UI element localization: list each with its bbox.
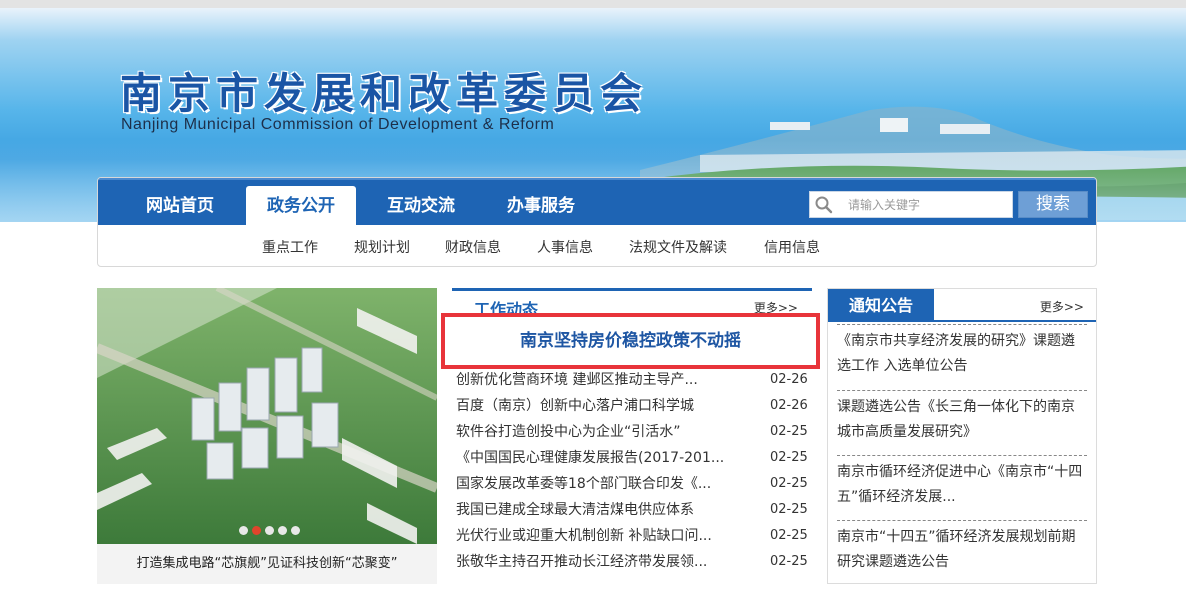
news-item-date: 02-25 [770, 502, 808, 517]
slider-dot-1[interactable] [239, 526, 248, 535]
news-headline: 南京坚持房价稳控政策不动摇 [441, 313, 820, 369]
news-item[interactable]: 光伏行业或迎重大机制创新 补贴缺口问... 02-25 [452, 523, 812, 549]
notice-title[interactable]: 通知公告 [828, 289, 934, 322]
news-item[interactable]: 我国已建成全球最大清洁煤电供应体系 02-25 [452, 497, 812, 523]
news-item-date: 02-25 [770, 476, 808, 491]
slider-dot-3[interactable] [265, 526, 274, 535]
news-item-title[interactable]: 光伏行业或迎重大机制创新 补贴缺口问... [456, 523, 736, 549]
work-news-panel: 工作动态 更多>> 南京坚持房价稳控政策不动摇 创新优化营商环境 建邺区推动主导… [441, 288, 820, 584]
slider-dot-4[interactable] [278, 526, 287, 535]
news-item-title[interactable]: 《中国国民心理健康发展报告(2017-201... [456, 445, 736, 471]
news-item-title[interactable]: 百度（南京）创新中心落户浦口科学城 [456, 393, 736, 419]
sub-item-finance[interactable]: 财政信息 [445, 237, 501, 257]
news-item[interactable]: 张敬华主持召开推动长江经济带发展领... 02-25 [452, 549, 812, 575]
news-item[interactable]: 软件谷打造创投中心为企业“引活水” 02-25 [452, 419, 812, 445]
notice-panel: 通知公告 更多>> 《南京市共享经济发展的研究》课题遴选工作 入选单位公告 课题… [827, 288, 1097, 584]
main-navigation: 网站首页 政务公开 互动交流 办事服务 搜索 重点工作 规划计划 财政信息 人事… [97, 177, 1097, 267]
search-button[interactable]: 搜索 [1018, 191, 1088, 218]
slider-photo[interactable] [97, 288, 437, 544]
news-item-title[interactable]: 创新优化营商环境 建邺区推动主导产... [456, 367, 736, 393]
search-input[interactable] [848, 194, 1008, 215]
sub-item-key-work[interactable]: 重点工作 [262, 237, 318, 257]
news-item[interactable]: 《中国国民心理健康发展报告(2017-201... 02-25 [452, 445, 812, 471]
slider-caption[interactable]: 打造集成电路“芯旗舰”见证科技创新“芯聚变” [97, 544, 437, 584]
notice-header: 通知公告 更多>> [828, 289, 1096, 322]
top-strip [0, 0, 1186, 8]
news-item[interactable]: 创新优化营商环境 建邺区推动主导产... 02-26 [452, 367, 812, 393]
site-title: 南京市发展和改革委员会 [120, 69, 649, 118]
news-item-title[interactable]: 我国已建成全球最大清洁煤电供应体系 [456, 497, 736, 523]
search-icon [815, 196, 833, 214]
notice-item[interactable]: 南京市循环经济促进中心《南京市“十四五”循环经济发展... [837, 455, 1087, 510]
news-item-title[interactable]: 软件谷打造创投中心为企业“引活水” [456, 419, 736, 445]
notice-list: 《南京市共享经济发展的研究》课题遴选工作 入选单位公告 课题遴选公告《长三角一体… [828, 324, 1096, 583]
sub-item-credit[interactable]: 信用信息 [764, 237, 820, 257]
search-box [809, 191, 1013, 218]
slider-dot-5[interactable] [291, 526, 300, 535]
news-item-title[interactable]: 国家发展改革委等18个部门联合印发《... [456, 471, 736, 497]
news-item-date: 02-25 [770, 424, 808, 439]
tab-services[interactable]: 办事服务 [486, 186, 596, 227]
notice-item[interactable]: 南京市“十四五”循环经济发展规划前期研究课题遴选公告 [837, 520, 1087, 575]
site-subtitle: Nanjing Municipal Commission of Developm… [121, 116, 555, 133]
sub-item-personnel[interactable]: 人事信息 [537, 237, 593, 257]
slider-dot-2[interactable] [252, 526, 261, 535]
tab-interaction[interactable]: 互动交流 [366, 186, 476, 227]
news-item[interactable]: 国家发展改革委等18个部门联合印发《... 02-25 [452, 471, 812, 497]
headline-link[interactable]: 南京坚持房价稳控政策不动摇 [445, 317, 816, 365]
notice-item[interactable]: 课题遴选公告《长三角一体化下的南京城市高质量发展研究》 [837, 390, 1087, 445]
nav-sub-bar: 重点工作 规划计划 财政信息 人事信息 法规文件及解读 信用信息 [98, 225, 1096, 266]
news-item[interactable]: 百度（南京）创新中心落户浦口科学城 02-26 [452, 393, 812, 419]
news-item-title[interactable]: 张敬华主持召开推动长江经济带发展领... [456, 549, 736, 575]
tab-home[interactable]: 网站首页 [124, 186, 236, 227]
sub-item-planning[interactable]: 规划计划 [354, 237, 410, 257]
news-item-date: 02-25 [770, 554, 808, 569]
news-item-date: 02-25 [770, 528, 808, 543]
notice-more-link[interactable]: 更多>> [1040, 298, 1084, 315]
sub-item-regulations[interactable]: 法规文件及解读 [629, 237, 727, 257]
news-item-date: 02-26 [770, 372, 808, 387]
news-item-date: 02-26 [770, 398, 808, 413]
tab-government-affairs[interactable]: 政务公开 [246, 186, 356, 227]
news-item-date: 02-25 [770, 450, 808, 465]
nav-main-bar: 网站首页 政务公开 互动交流 办事服务 搜索 [98, 178, 1096, 227]
image-slider[interactable]: 打造集成电路“芯旗舰”见证科技创新“芯聚变” [97, 288, 437, 584]
notice-item[interactable]: 《南京市共享经济发展的研究》课题遴选工作 入选单位公告 [837, 324, 1087, 379]
